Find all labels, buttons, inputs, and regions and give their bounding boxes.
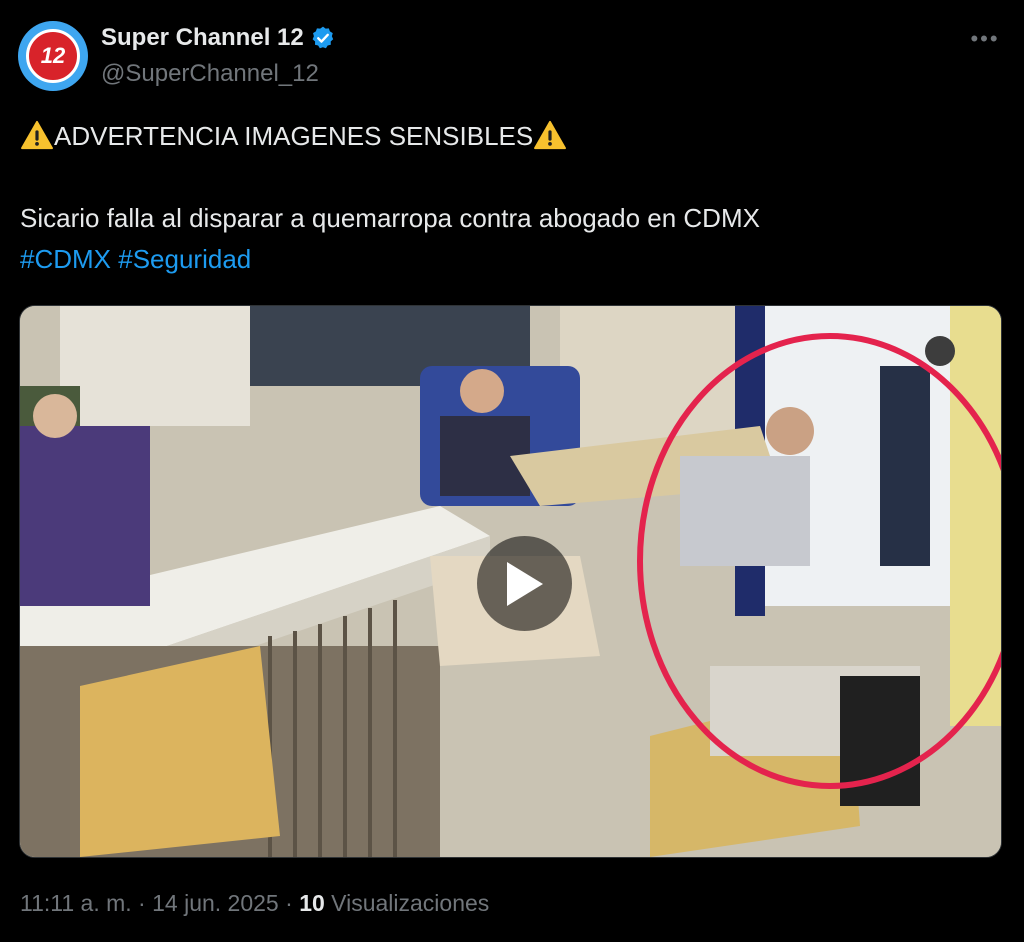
hashtag-link[interactable]: #CDMX [20,244,111,274]
channel-logo: 12 [26,29,80,83]
views-count: 10 [299,890,325,916]
warning-icon [21,120,53,150]
warning-text: ADVERTENCIA IMAGENES SENSIBLES [54,121,534,151]
separator: · [138,890,146,916]
warning-icon [534,120,567,150]
author-handle[interactable]: @SuperChannel_12 [101,60,319,88]
author-display-name[interactable]: Super Channel 12 [101,24,304,52]
tweet-hashtags: #CDMX #Seguridad [20,241,251,277]
verified-badge-icon [312,26,333,49]
more-options-icon[interactable]: ••• [968,22,1002,56]
avatar[interactable]: 12 [18,21,88,91]
tweet-metadata: 11:11 a. m. · 14 jun. 2025 · 10 Visualiz… [20,890,489,917]
tweet-warning-line: ADVERTENCIA IMAGENES SENSIBLES [20,118,567,154]
play-icon [506,561,543,606]
tweet-date[interactable]: 14 jun. 2025 [152,890,279,916]
play-button[interactable] [477,536,572,631]
views-label: Visualizaciones [331,890,490,916]
tweet-time[interactable]: 11:11 a. m. [20,890,132,916]
tweet-body-text: Sicario falla al disparar a quemarropa c… [20,203,760,233]
hashtag-link[interactable]: #Seguridad [118,244,251,274]
video-player[interactable] [19,305,1002,858]
author-name-row: Super Channel 12 [101,24,336,52]
separator: · [285,890,293,916]
